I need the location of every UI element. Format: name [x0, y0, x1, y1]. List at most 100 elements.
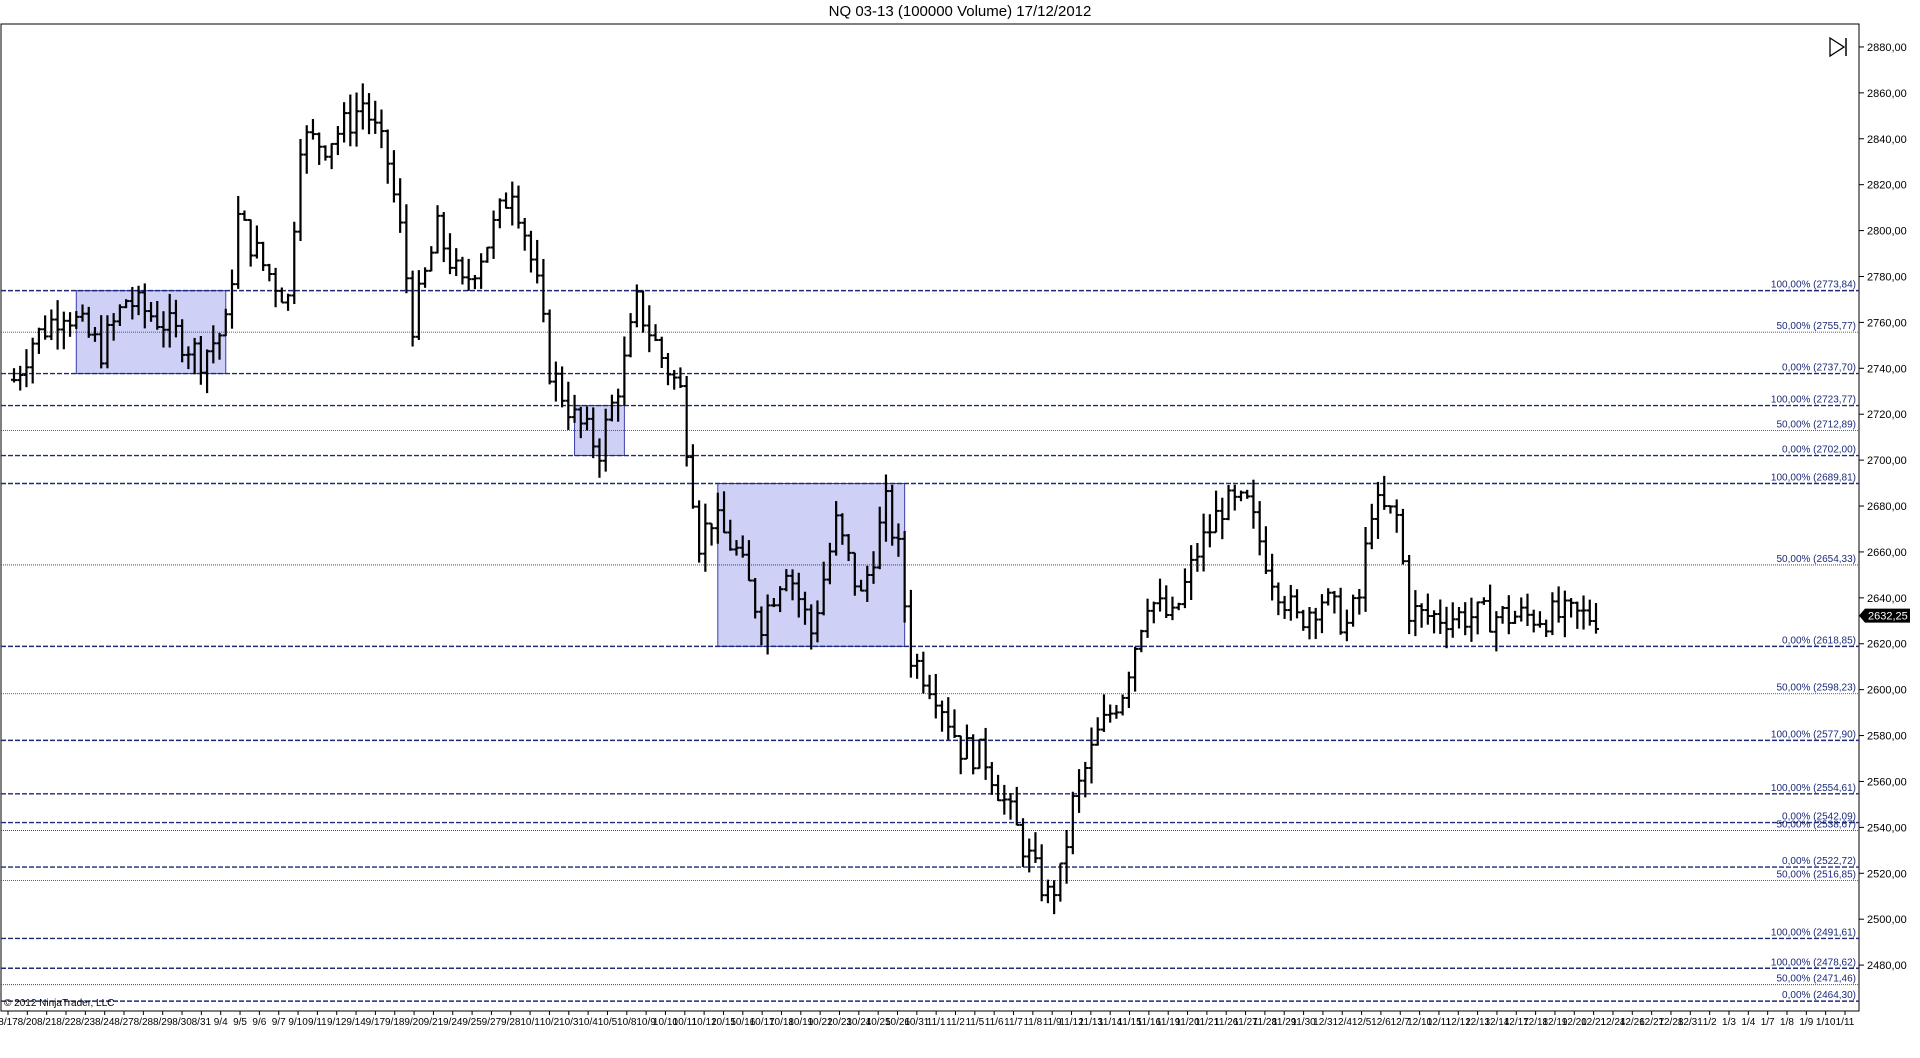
ohlc-bar — [278, 287, 285, 304]
x-tick-label: 8/22 — [56, 1017, 76, 1028]
x-tick-label: 1/4 — [1741, 1017, 1755, 1028]
x-tick-label: 8/31 — [192, 1017, 212, 1028]
ohlc-bar — [11, 368, 17, 383]
x-tick-label: 1/2 — [1703, 1017, 1717, 1028]
skip-to-end-icon[interactable] — [1828, 36, 1850, 58]
ohlc-bar — [453, 248, 460, 277]
ohlc-bar — [1200, 513, 1207, 572]
y-tick-label: 2660,00 — [1867, 547, 1907, 559]
ohlc-bar — [309, 119, 316, 140]
ohlc-bar — [1524, 593, 1531, 627]
y-tick-label: 2880,00 — [1867, 42, 1907, 54]
ohlc-bar — [409, 270, 416, 347]
x-tick-label: 11/8 — [1023, 1017, 1042, 1028]
ohlc-bar — [1300, 609, 1307, 631]
ohlc-bar — [1001, 784, 1008, 815]
ohlc-bar — [503, 192, 510, 209]
ohlc-bar — [1088, 727, 1095, 784]
ohlc-bar — [1063, 829, 1070, 884]
ohlc-bar — [235, 195, 242, 289]
ohlc-bar — [1449, 602, 1456, 638]
fib-level-label: 100,00% (2723,77) — [1771, 395, 1856, 406]
ohlc-bar — [1157, 578, 1164, 612]
ohlc-bar — [1125, 671, 1132, 709]
time-axis: 8/17 8/20 8/21 8/22 8/23 8/24 8/27 8/28 8/29 8/30… — [0, 1011, 1855, 1028]
fib-level-label: 0,00% (2737,70) — [1782, 363, 1856, 374]
ohlc-bar — [1175, 602, 1182, 611]
ohlc-bar — [1262, 526, 1269, 574]
ohlc-bar — [521, 217, 528, 251]
ohlc-bar — [1269, 553, 1276, 601]
x-tick-label: 10/3 — [559, 1017, 579, 1028]
ohlc-bar — [1381, 475, 1388, 510]
ohlc-bar — [627, 313, 634, 358]
ohlc-bar — [1188, 545, 1195, 600]
ohlc-bar — [951, 709, 958, 738]
ohlc-bar — [1007, 793, 1014, 820]
x-tick-label: 9/28 — [501, 1017, 521, 1028]
x-tick-label: 12/4 — [1333, 1017, 1353, 1028]
ohlc-bar — [640, 290, 647, 333]
ohlc-bar — [1294, 589, 1301, 619]
ohlc-bar — [1038, 844, 1045, 902]
fib-levels: 100,00% (2773,84) 50,00% (2755,77) 0,00% (… — [1, 280, 1859, 1002]
ohlc-bar — [559, 366, 566, 408]
ohlc-bar — [1206, 514, 1213, 548]
ohlc-bar — [496, 198, 503, 229]
y-tick-label: 2560,00 — [1867, 776, 1907, 788]
ohlc-bar — [995, 774, 1002, 802]
ohlc-bar — [384, 129, 391, 184]
x-tick-label: 9/18 — [385, 1017, 405, 1028]
ohlc-bar — [1499, 605, 1506, 624]
x-tick-label: 12/3 — [1313, 1017, 1333, 1028]
ohlc-bar — [291, 221, 298, 305]
y-tick-label: 2700,00 — [1867, 455, 1907, 467]
x-tick-label: 10/5 — [598, 1017, 618, 1028]
x-tick-label: 11/1 — [927, 1017, 946, 1028]
ohlc-bar — [1356, 588, 1363, 615]
ohlc-bar — [552, 361, 559, 402]
y-tick-label: 2640,00 — [1867, 593, 1907, 605]
fib-level-label: 100,00% (2773,84) — [1771, 280, 1856, 291]
ohlc-bar — [1312, 607, 1319, 640]
y-tick-label: 2580,00 — [1867, 731, 1907, 743]
ohlc-bar — [1013, 786, 1020, 826]
x-tick-label: 8/17 — [0, 1017, 18, 1028]
ohlc-bar — [440, 212, 447, 263]
x-tick-label: 11/6 — [985, 1017, 1004, 1028]
ohlc-bar — [366, 93, 373, 135]
x-tick-label: 10/4 — [578, 1017, 598, 1028]
fib-level-label: 100,00% (2478,62) — [1771, 957, 1856, 968]
ohlc-bar — [359, 83, 366, 130]
y-tick-label: 2820,00 — [1867, 180, 1907, 192]
ohlc-bar — [1362, 527, 1369, 612]
ohlc-bar — [297, 138, 304, 241]
x-tick-label: 8/20 — [18, 1017, 38, 1028]
ohlc-bar — [509, 181, 516, 226]
y-tick-label: 2740,00 — [1867, 363, 1907, 375]
ohlc-bar — [664, 353, 671, 386]
fib-level-label: 50,00% (2712,89) — [1776, 420, 1856, 431]
ohlc-bar — [35, 327, 42, 354]
ohlc-bar — [353, 92, 360, 147]
y-tick-label: 2720,00 — [1867, 409, 1907, 421]
ohlc-bar — [926, 674, 933, 700]
x-tick-label: 8/24 — [95, 1017, 115, 1028]
price-chart[interactable]: 100,00% (2773,84) 50,00% (2755,77) 0,00% (… — [0, 0, 1920, 1058]
x-tick-label: 9/27 — [482, 1017, 502, 1028]
fib-level-label: 0,00% (2618,85) — [1782, 635, 1856, 646]
ohlc-bar — [1325, 588, 1332, 606]
ohlc-bar — [347, 94, 354, 147]
ohlc-bar — [378, 109, 385, 149]
ohlc-bar — [1387, 505, 1394, 514]
fib-level-label: 50,00% (2654,33) — [1776, 554, 1856, 565]
ohlc-bar — [1431, 610, 1438, 634]
fib-level-label: 0,00% (2702,00) — [1782, 445, 1856, 456]
ohlc-bar — [434, 205, 441, 254]
y-tick-label: 2680,00 — [1867, 501, 1907, 513]
ohlc-bar — [963, 724, 970, 760]
ohlc-bar — [1424, 593, 1431, 625]
ohlc-bar — [1437, 599, 1444, 634]
ohlc-bar — [478, 253, 485, 289]
ohlc-bar — [67, 312, 74, 337]
